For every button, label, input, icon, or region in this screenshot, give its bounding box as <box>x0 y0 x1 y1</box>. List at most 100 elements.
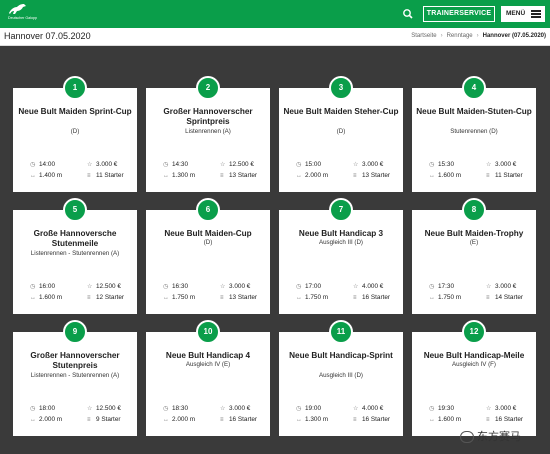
race-starters: ≡ 13 Starter <box>353 172 391 179</box>
trophy-icon: ☆ <box>87 162 93 168</box>
race-card[interactable]: 7 Neue Bult Handicap 3 Ausgleich III (D) ◷ 1… <box>279 198 403 314</box>
race-starters: ≡ 13 Starter <box>220 172 258 179</box>
list-icon: ≡ <box>87 417 91 423</box>
menu-label: MENÜ <box>506 10 526 17</box>
distance-icon: ↔ <box>296 173 302 179</box>
race-category: Listenrennen - Stutenrennen (A) <box>30 250 120 257</box>
trophy-icon: ☆ <box>87 284 93 290</box>
trainerservice-button[interactable]: TRAINERSERVICE <box>423 6 495 22</box>
race-name[interactable]: Neue Bult Maiden-Trophy <box>416 229 532 239</box>
race-category: Ausgleich IV (F) <box>451 361 496 368</box>
clock-icon: ◷ <box>163 284 169 290</box>
race-category: Ausgleich III (D) <box>318 372 363 379</box>
race-name[interactable]: Neue Bult Maiden-Stuten-Cup <box>416 107 532 117</box>
race-category: (D) <box>336 128 346 135</box>
race-category: Ausgleich IV (E) <box>185 361 231 368</box>
race-card[interactable]: 2 Großer Hannoverscher Sprintpreis Listenr… <box>146 76 270 192</box>
list-icon: ≡ <box>220 417 224 423</box>
race-prize: ☆ 4.000 € <box>353 405 384 412</box>
trophy-icon: ☆ <box>353 406 359 412</box>
trophy-icon: ☆ <box>87 406 93 412</box>
menu-button[interactable]: MENÜ <box>501 6 545 22</box>
chevron-right-icon: › <box>476 33 479 39</box>
race-prize: ☆ 12.500 € <box>87 405 121 412</box>
clock-icon: ◷ <box>163 406 169 412</box>
list-icon: ≡ <box>353 417 357 423</box>
distance-icon: ↔ <box>296 417 302 423</box>
race-time: ◷ 17:00 <box>296 283 321 290</box>
race-time: ◷ 15:00 <box>296 161 321 168</box>
race-time: ◷ 17:30 <box>429 283 454 290</box>
race-starters: ≡ 16 Starter <box>220 416 258 423</box>
race-starters: ≡ 14 Starter <box>486 294 524 301</box>
race-name[interactable]: Großer Hannoverscher Sprintpreis <box>150 107 266 127</box>
race-starters: ≡ 13 Starter <box>220 294 258 301</box>
race-starters: ≡ 11 Starter <box>486 172 523 179</box>
distance-icon: ↔ <box>429 417 435 423</box>
race-prize: ☆ 3.000 € <box>220 283 251 290</box>
horse-logo-icon <box>9 4 26 14</box>
race-starters: ≡ 16 Starter <box>353 416 391 423</box>
trophy-icon: ☆ <box>486 162 492 168</box>
race-card[interactable]: 10 Neue Bult Handicap 4 Ausgleich IV (E) ◷ 1… <box>146 320 270 436</box>
distance-icon: ↔ <box>163 295 169 301</box>
race-name[interactable]: Große Hannoversche Stutenmeile <box>17 229 133 249</box>
race-card[interactable]: 9 Großer Hannoverscher Stutenpreis Listenr… <box>13 320 137 436</box>
breadcrumb-startseite[interactable]: Startseite <box>411 33 436 39</box>
race-name[interactable]: Neue Bult Handicap-Meile <box>416 351 532 361</box>
race-number-badge: 6 <box>196 198 220 222</box>
list-icon: ≡ <box>87 295 91 301</box>
list-icon: ≡ <box>220 295 224 301</box>
race-card[interactable]: 11 Neue Bult Handicap-Sprint Ausgleich III… <box>279 320 403 436</box>
race-card[interactable]: 12 Neue Bult Handicap-Meile Ausgleich IV (… <box>412 320 536 436</box>
race-card[interactable]: 3 Neue Bult Maiden Steher-Cup (D) ◷ 15:00 ☆ 3.… <box>279 76 403 192</box>
clock-icon: ◷ <box>30 284 36 290</box>
list-icon: ≡ <box>220 173 224 179</box>
race-time: ◷ 15:30 <box>429 161 454 168</box>
trophy-icon: ☆ <box>486 406 492 412</box>
race-name[interactable]: Großer Hannoverscher Stutenpreis <box>17 351 133 371</box>
clock-icon: ◷ <box>296 406 302 412</box>
race-prize: ☆ 4.000 € <box>353 283 384 290</box>
race-card[interactable]: 4 Neue Bult Maiden-Stuten-Cup Stutenrennen… <box>412 76 536 192</box>
race-time: ◷ 16:00 <box>30 283 55 290</box>
race-distance: ↔ 1.300 m <box>163 172 196 179</box>
race-number-badge: 7 <box>329 198 353 222</box>
race-time: ◷ 14:30 <box>163 161 188 168</box>
race-card[interactable]: 5 Große Hannoversche Stutenmeile Listenren… <box>13 198 137 314</box>
list-icon: ≡ <box>87 173 91 179</box>
race-name[interactable]: Neue Bult Handicap 3 <box>283 229 399 239</box>
breadcrumb-current: Hannover (07.05.2020) <box>482 33 546 39</box>
distance-icon: ↔ <box>429 295 435 301</box>
race-starters: ≡ 9 Starter <box>87 416 121 423</box>
distance-icon: ↔ <box>163 173 169 179</box>
race-time: ◷ 16:30 <box>163 283 188 290</box>
race-name[interactable]: Neue Bult Maiden Steher-Cup <box>283 107 399 117</box>
race-prize: ☆ 3.000 € <box>486 283 517 290</box>
trophy-icon: ☆ <box>220 406 226 412</box>
race-card[interactable]: 8 Neue Bult Maiden-Trophy (E) ◷ 17:30 ☆ 3.000 … <box>412 198 536 314</box>
race-time: ◷ 18:00 <box>30 405 55 412</box>
race-name[interactable]: Neue Bult Handicap 4 <box>150 351 266 361</box>
race-starters: ≡ 12 Starter <box>87 294 125 301</box>
race-name[interactable]: Neue Bult Handicap-Sprint <box>283 351 399 361</box>
race-card[interactable]: 1 Neue Bult Maiden Sprint-Cup (D) ◷ 14:00 ☆ 3.… <box>13 76 137 192</box>
race-number-badge: 2 <box>196 76 220 100</box>
race-starters: ≡ 16 Starter <box>353 294 391 301</box>
race-distance: ↔ 2.000 m <box>296 172 329 179</box>
breadcrumb-renntage[interactable]: Renntage <box>447 33 473 39</box>
logo[interactable]: Deutscher Galopp <box>6 3 38 25</box>
race-name[interactable]: Neue Bult Maiden-Cup <box>150 229 266 239</box>
race-starters: ≡ 11 Starter <box>87 172 124 179</box>
race-name[interactable]: Neue Bult Maiden Sprint-Cup <box>17 107 133 117</box>
breadcrumb-bar: Hannover 07.05.2020 Startseite › Renntage ›… <box>0 28 550 46</box>
top-bar: Deutscher Galopp TRAINERSERVICE MENÜ <box>0 0 550 28</box>
list-icon: ≡ <box>486 417 490 423</box>
search-button[interactable] <box>401 7 415 21</box>
race-card[interactable]: 6 Neue Bult Maiden-Cup (D) ◷ 16:30 ☆ 3.000 € ↔ 1… <box>146 198 270 314</box>
race-prize: ☆ 12.500 € <box>87 283 121 290</box>
clock-icon: ◷ <box>429 284 435 290</box>
distance-icon: ↔ <box>30 417 36 423</box>
trophy-icon: ☆ <box>353 162 359 168</box>
race-time: ◷ 14:00 <box>30 161 55 168</box>
